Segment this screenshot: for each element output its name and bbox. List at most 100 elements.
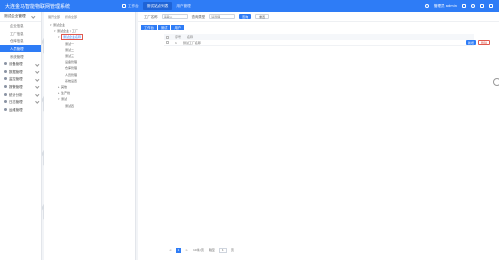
sidebar-header-label: 测试企业管理 bbox=[4, 14, 26, 18]
chevron-down-icon bbox=[34, 84, 39, 89]
chevron-down-icon bbox=[30, 14, 35, 19]
top-tab-label: 测试站点列表 bbox=[146, 4, 169, 8]
filter-label: 查询类型 bbox=[191, 15, 206, 19]
home-icon bbox=[122, 4, 126, 8]
sidebar-item-label: 统计分析 bbox=[9, 92, 23, 97]
tree-node-label: 系统设置 bbox=[65, 78, 78, 83]
chart-icon bbox=[4, 92, 7, 96]
sidebar-item-label: 人员管理 bbox=[10, 47, 24, 52]
factory-name-input[interactable] bbox=[161, 14, 188, 19]
sidebar: 测试企业管理 企业信息 工厂信息 仓库信息 人员管理 系统管理 设备管理 数据管… bbox=[0, 12, 42, 260]
tree-node[interactable]: 测试四 bbox=[44, 102, 135, 108]
sidebar-item-label: 数据管理 bbox=[9, 69, 23, 74]
tree-node-label: 生产线 bbox=[61, 91, 71, 96]
expand-all-link[interactable]: 展开全部 bbox=[48, 15, 60, 19]
action-buttons: 新增 删除 bbox=[465, 40, 490, 45]
fullscreen-icon[interactable] bbox=[480, 4, 484, 8]
sidebar-item-label: 企业信息 bbox=[10, 24, 24, 29]
page-size-select[interactable]: 10条/页 bbox=[192, 248, 205, 253]
sidebar-item[interactable]: 报警管理 bbox=[0, 83, 41, 91]
sidebar-item-active[interactable]: 人员管理 bbox=[0, 44, 41, 53]
filter-label: 工厂名称 bbox=[144, 15, 158, 19]
monitor-icon bbox=[4, 77, 7, 81]
sidebar-item[interactable]: 仓库信息 bbox=[0, 37, 41, 45]
chevron-down-icon bbox=[34, 77, 39, 81]
add-button[interactable]: 新增 bbox=[465, 40, 476, 45]
sidebar-item[interactable]: 统计分析 bbox=[0, 90, 41, 98]
page-number[interactable]: 1 bbox=[176, 248, 181, 253]
sidebar-item[interactable]: 工厂信息 bbox=[0, 30, 41, 38]
log-icon bbox=[4, 100, 7, 104]
tree-node-label: 仓库管理 bbox=[65, 66, 78, 71]
top-tab-users[interactable]: 用户管理 bbox=[172, 2, 194, 10]
row-checkbox[interactable] bbox=[166, 41, 169, 44]
top-right: 管理员 admin bbox=[424, 4, 499, 9]
sidebar-item-label: 设备管理 bbox=[9, 62, 23, 67]
search-toolbar: 工厂名称 查询类型 查询 重置 bbox=[138, 12, 499, 22]
jump-input[interactable]: 1 bbox=[218, 248, 227, 253]
sidebar-item-label: 仓库信息 bbox=[10, 39, 24, 44]
search-button[interactable]: 查询 bbox=[239, 14, 252, 19]
logout-icon[interactable] bbox=[489, 4, 493, 8]
sidebar-item-label: 工厂信息 bbox=[10, 31, 24, 36]
prev-page-button[interactable]: < bbox=[168, 248, 173, 253]
sidebar-item[interactable]: 企业信息 bbox=[0, 22, 41, 30]
jump-label: 跳至 bbox=[208, 248, 215, 253]
tab[interactable]: 用户 bbox=[171, 25, 185, 30]
settings-icon[interactable] bbox=[471, 4, 475, 8]
sidebar-item-label: 运维管理 bbox=[9, 107, 23, 112]
column-header: 序号 bbox=[175, 35, 182, 39]
tab[interactable]: 工作台 bbox=[141, 25, 157, 30]
view-tabs: 工作台 测试 用户 bbox=[141, 25, 185, 30]
pagination: < 1 > 10条/页 跳至 1 页 bbox=[168, 248, 235, 253]
top-tabs: 工作台 测试站点列表 用户管理 bbox=[118, 0, 195, 12]
alarm-icon bbox=[4, 85, 7, 89]
sidebar-item-label: 报警管理 bbox=[9, 85, 23, 90]
collapse-all-link[interactable]: 折叠全部 bbox=[65, 15, 77, 19]
tree-node-label: 测试企业 / 工厂 bbox=[57, 29, 78, 34]
sidebar-item[interactable]: 监控管理 bbox=[0, 75, 41, 83]
sidebar-item[interactable]: 数据管理 bbox=[0, 68, 41, 76]
table-row[interactable]: 1 测试工厂名称 bbox=[164, 40, 474, 46]
chevron-down-icon bbox=[34, 92, 39, 96]
type-select[interactable] bbox=[209, 14, 236, 19]
sidebar-item-label: 日志管理 bbox=[9, 100, 23, 105]
user-name[interactable]: 管理员 admin bbox=[434, 4, 457, 9]
sidebar-item[interactable]: 系统管理 bbox=[0, 52, 41, 60]
chevron-down-icon bbox=[34, 99, 39, 104]
ops-icon bbox=[4, 107, 7, 111]
tree-node-label: 测试一 bbox=[65, 41, 75, 46]
refresh-icon[interactable] bbox=[493, 78, 499, 86]
sidebar-item[interactable]: 日志管理 bbox=[0, 98, 41, 106]
tree-node-label: 设备管理 bbox=[65, 60, 78, 65]
next-page-button[interactable]: > bbox=[184, 248, 189, 253]
bell-icon[interactable] bbox=[462, 4, 466, 8]
tree-panel: 展开全部 折叠全部 ▾ 测试企业 ▾ 测试企业 / 工厂 ▾ 测试企业名称 测试一 测… bbox=[44, 12, 136, 260]
sidebar-header[interactable]: 测试企业管理 bbox=[0, 12, 41, 22]
tree-tools: 展开全部 折叠全部 bbox=[44, 12, 135, 22]
select-all-checkbox[interactable] bbox=[166, 35, 169, 39]
column-header: 名称 bbox=[187, 35, 194, 39]
top-bar: 大连金马智能物联网管理系统 工作台 测试站点列表 用户管理 管理员 admin bbox=[0, 0, 499, 12]
tree-node-label: 测试二 bbox=[65, 47, 75, 52]
sidebar-item[interactable]: 设备管理 bbox=[0, 60, 41, 68]
device-icon bbox=[4, 62, 7, 66]
sidebar-item-label: 系统管理 bbox=[10, 54, 24, 59]
main-content: 工厂名称 查询类型 查询 重置 工作台 测试 用户 序号 名称 1 测试工厂名称… bbox=[138, 12, 499, 260]
tree-node-label: 测试四 bbox=[65, 103, 75, 108]
row-index: 1 bbox=[175, 40, 177, 45]
tab[interactable]: 测试 bbox=[157, 25, 171, 30]
top-tab-workbench[interactable]: 工作台 bbox=[118, 2, 143, 10]
top-tab-test-sites[interactable]: 测试站点列表 bbox=[142, 2, 173, 10]
data-icon bbox=[4, 69, 7, 73]
sidebar-item-label: 监控管理 bbox=[9, 77, 23, 82]
tree-node-label: 测试 bbox=[61, 97, 68, 102]
tree-node-label: 人员管理 bbox=[65, 72, 78, 77]
user-icon[interactable] bbox=[424, 4, 429, 8]
sidebar-item[interactable]: 运维管理 bbox=[0, 106, 41, 114]
tree-node-label: 其他 bbox=[61, 84, 68, 89]
delete-button[interactable]: 删除 bbox=[477, 40, 490, 45]
chevron-down-icon bbox=[34, 69, 39, 74]
reset-button[interactable]: 重置 bbox=[255, 14, 270, 19]
chevron-down-icon bbox=[34, 61, 39, 66]
